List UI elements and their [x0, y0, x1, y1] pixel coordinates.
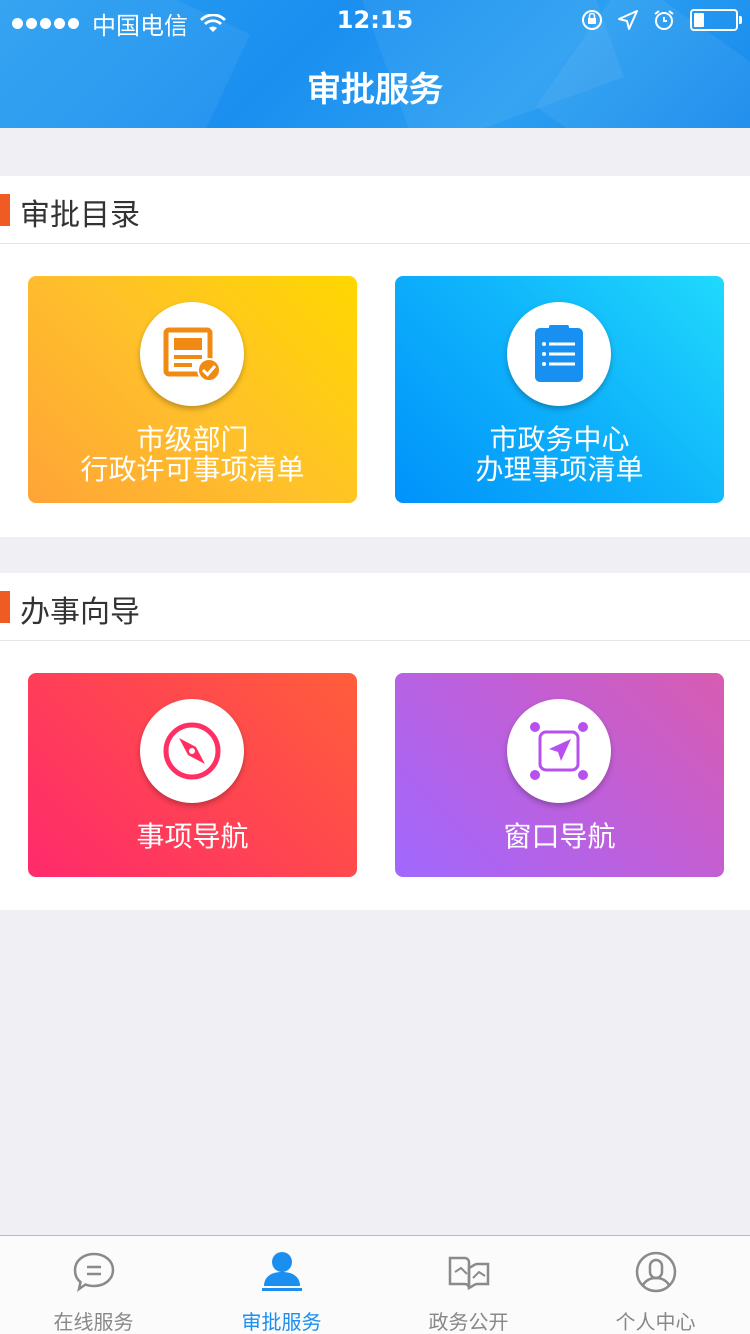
person-stamp-icon — [262, 1252, 302, 1291]
tab-label: 审批服务 — [241, 1310, 322, 1334]
tab-label: 政务公开 — [428, 1310, 509, 1334]
section-marker — [0, 591, 10, 623]
rotation-lock-icon — [582, 10, 602, 30]
header: 中国电信 12:15 审批服务 — [0, 0, 750, 128]
card-subtitle: 办理事项清单 — [475, 453, 644, 486]
open-book-icon — [448, 1256, 490, 1291]
tab-government-affairs[interactable]: 政务公开 — [375, 1236, 562, 1334]
section-title: 审批目录 — [20, 198, 140, 233]
alarm-icon — [654, 10, 674, 30]
battery-icon — [690, 9, 742, 31]
section-service-guide: 办事向导 事项导航 窗口导航 — [0, 573, 750, 910]
item-navigation-card[interactable]: 事项导航 — [28, 673, 357, 877]
card-title: 市级部门 — [136, 423, 249, 456]
compass-icon — [163, 722, 221, 780]
card-subtitle: 行政许可事项清单 — [80, 453, 305, 486]
tab-approval-service[interactable]: 审批服务 — [188, 1236, 375, 1334]
tab-personal-center[interactable]: 个人中心 — [562, 1236, 749, 1334]
chat-bubble-icon — [73, 1252, 115, 1292]
document-check-icon — [163, 327, 221, 382]
clipboard-list-icon — [535, 325, 583, 382]
card-title: 事项导航 — [136, 820, 249, 853]
section-header: 办事向导 — [0, 573, 750, 641]
service-center-list-card[interactable]: 市政务中心 办理事项清单 — [395, 276, 724, 503]
tab-label: 在线服务 — [53, 1310, 134, 1334]
location-icon — [618, 10, 638, 30]
location-arrow-icon — [530, 722, 588, 780]
icon-circle — [507, 699, 611, 803]
section-marker — [0, 194, 10, 226]
tab-online-service[interactable]: 在线服务 — [0, 1236, 187, 1334]
page-title: 审批服务 — [307, 70, 443, 110]
section-header: 审批目录 — [0, 176, 750, 244]
status-bar: 中国电信 12:15 — [0, 0, 750, 40]
section-title: 办事向导 — [20, 595, 140, 630]
card-title: 市政务中心 — [489, 423, 630, 456]
user-circle-icon — [635, 1251, 677, 1293]
card-title: 窗口导航 — [503, 820, 616, 853]
icon-circle — [140, 302, 244, 406]
icon-circle — [507, 302, 611, 406]
window-navigation-card[interactable]: 窗口导航 — [395, 673, 724, 877]
section-approval-catalog: 审批目录 市级部门 行政许可事项清单 市政务中心 办理事项清单 — [0, 176, 750, 537]
icon-circle — [140, 699, 244, 803]
city-dept-list-card[interactable]: 市级部门 行政许可事项清单 — [28, 276, 357, 503]
tab-bar: 在线服务 审批服务 政务公开 个人中心 — [0, 1235, 750, 1334]
tab-label: 个人中心 — [615, 1310, 696, 1334]
